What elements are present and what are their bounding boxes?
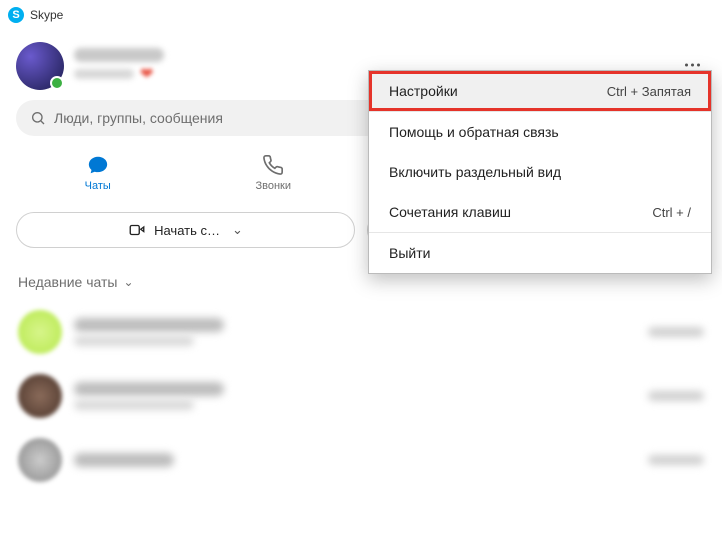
profile-text: ❤ <box>74 48 164 84</box>
presence-dot <box>50 76 64 90</box>
menu-item-settings[interactable]: Настройки Ctrl + Запятая <box>369 71 711 111</box>
list-item[interactable] <box>6 428 716 492</box>
tab-label: Чаты <box>85 180 111 192</box>
menu-item-hint: Ctrl + Запятая <box>607 84 691 99</box>
menu-item-label: Помощь и обратная связь <box>389 124 559 140</box>
section-label: Недавние чаты <box>18 274 117 290</box>
menu-item-label: Включить раздельный вид <box>389 164 561 180</box>
more-context-menu: Настройки Ctrl + Запятая Помощь и обратн… <box>368 70 712 274</box>
avatar[interactable] <box>16 42 64 90</box>
heart-icon: ❤ <box>140 64 153 84</box>
menu-item-signout[interactable]: Выйти <box>369 233 711 273</box>
menu-item-label: Сочетания клавиш <box>389 204 511 220</box>
menu-item-shortcuts[interactable]: Сочетания клавиш Ctrl + / <box>369 192 711 232</box>
button-label: Начать с… <box>154 223 220 238</box>
chat-list <box>0 300 722 492</box>
list-item[interactable] <box>6 364 716 428</box>
tab-chats[interactable]: Чаты <box>10 154 186 192</box>
skype-icon: S <box>8 7 24 23</box>
tab-calls[interactable]: Звонки <box>186 154 362 192</box>
menu-item-split-view[interactable]: Включить раздельный вид <box>369 152 711 192</box>
menu-item-hint: Ctrl + / <box>652 205 691 220</box>
start-meeting-button[interactable]: Начать с… ⌄ <box>16 212 355 248</box>
tab-label: Звонки <box>255 180 291 192</box>
menu-item-help[interactable]: Помощь и обратная связь <box>369 112 711 152</box>
list-item[interactable] <box>6 300 716 364</box>
search-icon <box>30 110 46 126</box>
video-icon <box>128 221 146 239</box>
app-title: Skype <box>30 8 63 22</box>
chat-icon <box>87 154 109 176</box>
chevron-down-icon: ⌄ <box>232 222 243 238</box>
title-bar: S Skype <box>0 0 722 30</box>
menu-item-label: Выйти <box>389 245 430 261</box>
search-placeholder: Люди, группы, сообщения <box>54 110 223 126</box>
phone-icon <box>262 154 284 176</box>
chevron-down-icon: ⌄ <box>123 275 133 289</box>
menu-item-label: Настройки <box>389 83 458 99</box>
